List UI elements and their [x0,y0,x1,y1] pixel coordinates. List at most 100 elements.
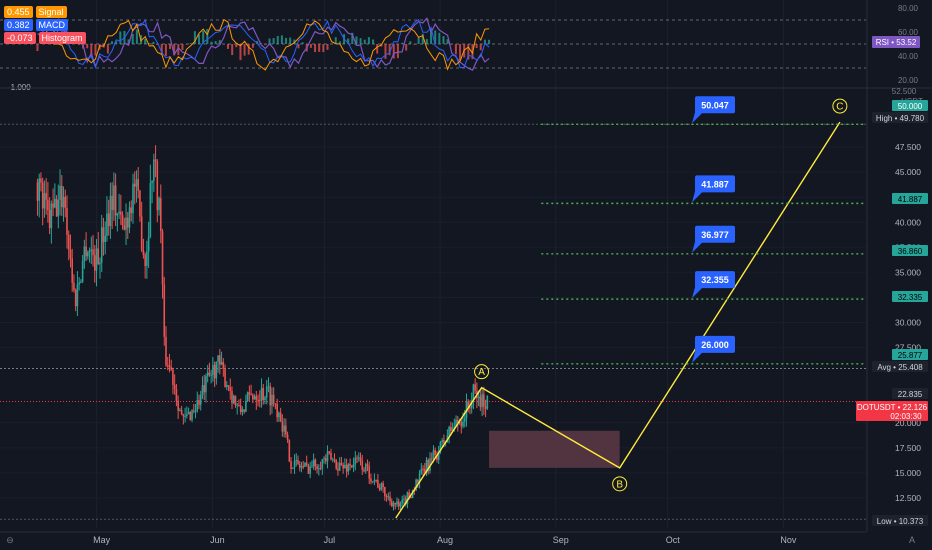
candle-body [387,496,390,498]
histogram-bar [239,44,242,61]
candle-body [191,410,193,421]
candle-body [316,466,318,469]
macd-legend: 0.455 Signal 0.382 MACD -0.073 Histogram [4,6,86,45]
candle-body [154,159,157,162]
candle-body [179,410,181,412]
candle-body [248,392,251,395]
candle-body [206,372,209,377]
candle-body [252,394,254,400]
candle-body [293,461,296,468]
chart[interactable]: 80.0060.0040.0020.001.000-1.000 ABC 50.0… [0,0,932,550]
histogram-bar [272,38,275,44]
candle-body [123,225,126,230]
legend-row-signal: 0.455 Signal [4,6,86,18]
candle-body [479,396,482,408]
candle-body [319,468,322,470]
wave-c-label: C [836,102,843,113]
histogram-bar [164,44,167,57]
histogram-bar [322,44,325,53]
candle-body [102,227,105,243]
candle-body [333,459,336,461]
candle-body [189,412,192,421]
candle-body [78,282,80,285]
candle-body [245,401,247,412]
candle-body [198,400,200,405]
histogram-bar [479,44,482,51]
candle-body [192,410,195,412]
candle-body [177,400,179,411]
candle-body [71,258,74,283]
candle-body [76,284,79,307]
candle-body [354,457,357,465]
candle-body [64,196,67,208]
candle-body [120,211,122,215]
target-callout-label: 50.047 [701,100,729,110]
candle-body [481,394,483,408]
price-tag-text: DOTUSDT • 22.126 [857,403,928,412]
candle-body [227,385,230,387]
histogram-bar [318,44,321,52]
histogram-bar [405,44,408,51]
candle-body [328,451,331,453]
histogram-bar [206,28,209,44]
candle-body [291,467,294,469]
candle-body [194,410,197,412]
candle-body [88,250,91,253]
histogram-bar [301,42,304,44]
candle-body [390,501,393,507]
candle-body [394,502,397,505]
candle-body [368,466,371,479]
candle-body [432,450,435,459]
candle-body [380,483,383,490]
histogram-bar [438,32,441,44]
candle-body [45,193,47,200]
histogram-bar [454,44,457,55]
candle-body [422,468,424,470]
signal-name: Signal [35,6,67,18]
candle-body [363,469,365,472]
price-tag-text: Low • 10.373 [877,517,924,526]
candle-body [93,255,96,271]
candle-body [321,459,324,469]
candle-body [463,418,466,422]
candle-body [401,499,404,504]
candle-body [232,395,235,404]
histogram-bar [359,38,362,44]
histogram-bar [314,44,317,53]
candle-body [344,464,346,469]
candle-body [59,185,61,200]
candle-body [338,463,341,471]
candle-body [359,457,362,462]
candle-body [67,234,70,250]
candle-body [106,213,108,236]
histogram-bar [185,44,188,45]
histogram-bar [131,34,134,44]
candle-body [95,248,98,271]
candle-body [147,236,150,252]
candle-body [132,183,134,214]
target-callout-label: 32.355 [701,275,729,285]
price-tag-countdown: 02:03:30 [890,412,922,421]
candle-body [307,465,310,474]
candle-body [311,466,313,468]
candle-body [246,392,249,402]
histogram-bar [363,39,366,44]
candle-body [295,459,298,462]
auto-scale-icon: A [909,535,915,545]
candle-body [156,161,159,211]
candle-body [126,217,129,228]
histogram-bar [326,44,329,50]
candle-body [57,199,60,217]
candle-body [450,426,452,432]
candle-body [186,414,188,416]
candle-body [184,415,186,417]
candle-body [107,213,110,226]
candle-body [378,487,381,490]
candle-body [104,235,107,243]
candle-body [382,483,384,487]
candle-body [357,457,360,459]
indicator-scale-label: 80.00 [898,4,919,13]
candle-body [375,479,377,481]
candle-body [267,386,270,388]
target-callout-label: 36.977 [701,230,729,240]
